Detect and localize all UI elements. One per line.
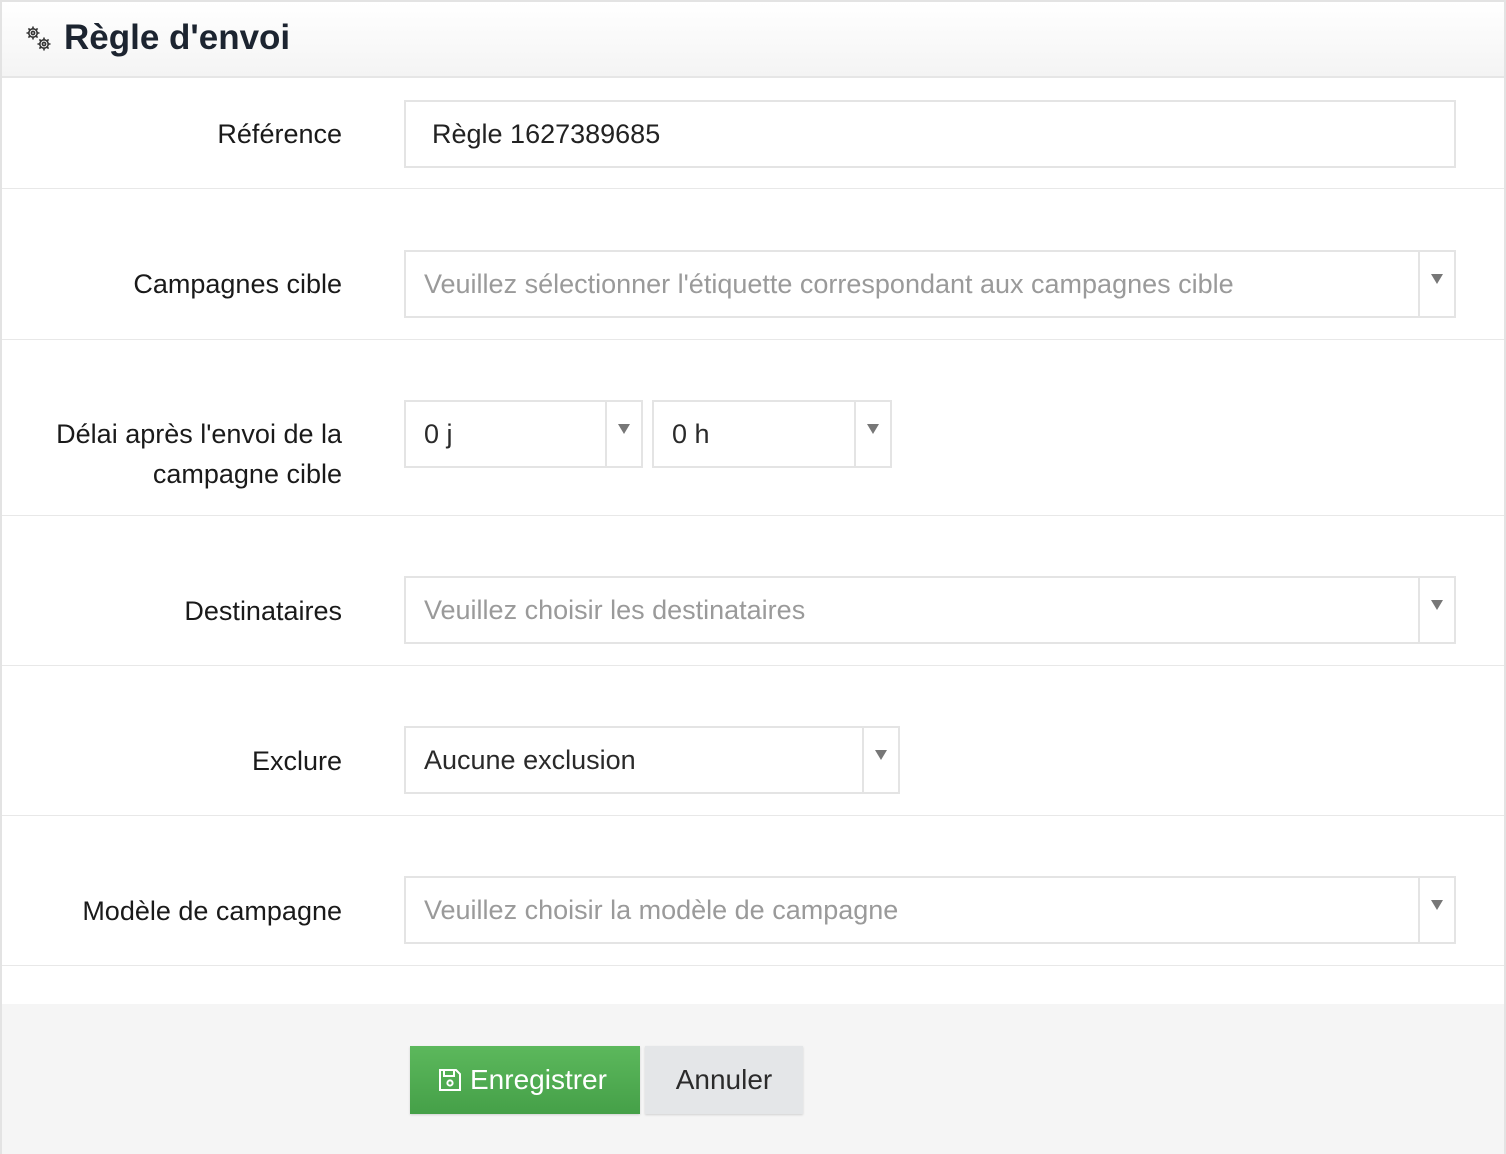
recipients-placeholder: Veuillez choisir les destinataires bbox=[424, 595, 806, 625]
target-campaigns-row: Campagnes cible Veuillez sélectionner l'… bbox=[2, 189, 1504, 340]
save-button-label: Enregistrer bbox=[470, 1064, 607, 1095]
gears-icon bbox=[26, 26, 51, 51]
reference-row: Référence Règle 1627389685 bbox=[2, 78, 1504, 189]
reference-input[interactable]: Règle 1627389685 bbox=[404, 100, 1456, 168]
exclude-row: Exclure Aucune exclusion bbox=[2, 666, 1504, 816]
dropdown-toggle[interactable] bbox=[605, 402, 641, 466]
cancel-button[interactable]: Annuler bbox=[645, 1046, 803, 1114]
dropdown-toggle[interactable] bbox=[1418, 252, 1454, 316]
caret-down-icon bbox=[875, 750, 887, 760]
recipients-select[interactable]: Veuillez choisir les destinataires bbox=[404, 576, 1456, 644]
dropdown-toggle[interactable] bbox=[862, 728, 898, 792]
caret-down-icon bbox=[1431, 600, 1443, 610]
template-row: Modèle de campagne Veuillez choisir la m… bbox=[2, 816, 1504, 966]
caret-down-icon bbox=[867, 424, 879, 434]
delay-label-line1: Délai après l'envoi de la bbox=[56, 419, 342, 449]
caret-down-icon bbox=[1431, 274, 1443, 284]
caret-down-icon bbox=[1431, 900, 1443, 910]
template-select[interactable]: Veuillez choisir la modèle de campagne bbox=[404, 876, 1456, 944]
template-placeholder: Veuillez choisir la modèle de campagne bbox=[424, 895, 899, 925]
exclude-select[interactable]: Aucune exclusion bbox=[404, 726, 900, 794]
form-footer: Enregistrer Annuler bbox=[2, 1004, 1504, 1154]
reference-label: Référence bbox=[217, 119, 342, 149]
panel-header: Règle d'envoi bbox=[2, 2, 1504, 78]
exclude-label: Exclure bbox=[251, 746, 342, 776]
delay-label-line2: campagne cible bbox=[152, 459, 342, 489]
recipients-row: Destinataires Veuillez choisir les desti… bbox=[2, 516, 1504, 666]
delay-hours-value: 0 h bbox=[672, 419, 710, 449]
save-icon bbox=[439, 1069, 461, 1091]
delay-days-value: 0 j bbox=[424, 419, 453, 449]
delay-row: Délai après l'envoi de la campagne cible… bbox=[2, 340, 1504, 516]
page-title: Règle d'envoi bbox=[64, 18, 291, 57]
caret-down-icon bbox=[618, 424, 630, 434]
delay-hours-select[interactable]: 0 h bbox=[652, 400, 892, 468]
target-campaigns-placeholder: Veuillez sélectionner l'étiquette corres… bbox=[424, 269, 1234, 299]
save-button[interactable]: Enregistrer bbox=[410, 1046, 640, 1114]
exclude-value: Aucune exclusion bbox=[424, 745, 636, 775]
delay-days-select[interactable]: 0 j bbox=[404, 400, 643, 468]
template-label: Modèle de campagne bbox=[82, 896, 342, 926]
target-campaigns-label: Campagnes cible bbox=[133, 269, 342, 299]
dropdown-toggle[interactable] bbox=[1418, 578, 1454, 642]
delay-label: Délai après l'envoi de la campagne cible bbox=[56, 414, 342, 494]
dropdown-toggle[interactable] bbox=[854, 402, 890, 466]
recipients-label: Destinataires bbox=[184, 596, 342, 626]
rule-panel: Règle d'envoi Référence Règle 1627389685… bbox=[0, 0, 1506, 1154]
dropdown-toggle[interactable] bbox=[1418, 878, 1454, 942]
target-campaigns-select[interactable]: Veuillez sélectionner l'étiquette corres… bbox=[404, 250, 1456, 318]
